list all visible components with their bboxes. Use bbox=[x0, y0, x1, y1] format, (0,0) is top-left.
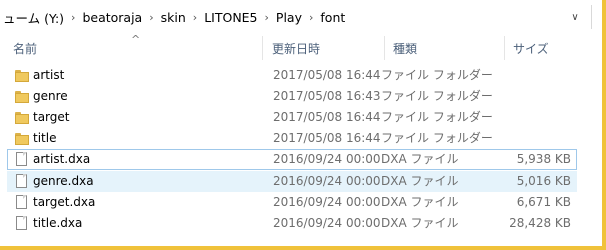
file-date: 2016/09/24 00:00 bbox=[273, 195, 381, 209]
file-name: title.dxa bbox=[33, 216, 83, 230]
file-date: 2017/05/08 16:44 bbox=[273, 131, 381, 145]
file-type: DXA ファイル bbox=[381, 174, 459, 188]
column-header-size[interactable]: サイズ bbox=[505, 34, 585, 62]
file-type: DXA ファイル bbox=[381, 216, 459, 230]
file-date: 2017/05/08 16:43 bbox=[273, 89, 381, 103]
file-name: artist.dxa bbox=[33, 152, 91, 166]
file-size: 5,938 KB bbox=[516, 152, 571, 166]
file-size: 5,016 KB bbox=[516, 174, 571, 188]
file-name: target.dxa bbox=[33, 195, 96, 209]
file-name: artist bbox=[33, 68, 65, 82]
breadcrumb: ューム (Y:) › beatoraja › skin › LITONE5 › … bbox=[0, 0, 560, 34]
file-icon bbox=[15, 216, 29, 231]
column-header-name[interactable]: 名前 ^ bbox=[0, 33, 263, 62]
folder-icon bbox=[15, 110, 29, 125]
file-name: genre bbox=[33, 89, 68, 103]
file-icon bbox=[15, 174, 29, 189]
file-type: ファイル フォルダー bbox=[381, 68, 493, 82]
list-item[interactable]: target.dxa 2016/09/24 00:00 DXA ファイル 6,6… bbox=[7, 192, 577, 213]
file-date: 2017/05/08 16:44 bbox=[273, 68, 381, 82]
list-item[interactable]: genre 2017/05/08 16:43 ファイル フォルダー bbox=[7, 86, 577, 107]
file-date: 2016/09/24 00:00 bbox=[273, 216, 381, 230]
list-item[interactable]: title.dxa 2016/09/24 00:00 DXA ファイル 28,4… bbox=[7, 213, 577, 234]
list-item[interactable]: artist 2017/05/08 16:44 ファイル フォルダー bbox=[7, 65, 577, 86]
breadcrumb-volume[interactable]: ューム (Y:) bbox=[0, 8, 67, 27]
breadcrumb-separator[interactable]: › bbox=[189, 11, 201, 24]
breadcrumb-separator[interactable]: › bbox=[261, 11, 273, 24]
folder-icon bbox=[15, 89, 29, 104]
file-date: 2016/09/24 00:00 bbox=[273, 152, 381, 166]
breadcrumb-play[interactable]: Play bbox=[273, 10, 305, 25]
column-header: 名前 ^ 更新日時 種類 サイズ bbox=[0, 33, 602, 62]
file-name: target bbox=[33, 110, 70, 124]
address-divider bbox=[591, 5, 592, 29]
folder-icon bbox=[15, 68, 29, 83]
file-size: 6,671 KB bbox=[516, 195, 571, 209]
address-dropdown-icon[interactable]: ∨ bbox=[566, 8, 584, 26]
column-name-label: 名前 bbox=[13, 41, 38, 56]
file-type: DXA ファイル bbox=[381, 195, 459, 209]
breadcrumb-litone5[interactable]: LITONE5 bbox=[201, 10, 260, 25]
list-item[interactable]: title 2017/05/08 16:44 ファイル フォルダー bbox=[7, 128, 577, 149]
folder-icon bbox=[15, 131, 29, 146]
file-date: 2016/09/24 00:00 bbox=[273, 174, 381, 188]
column-size-label: サイズ bbox=[513, 41, 549, 56]
list-item[interactable]: target 2017/05/08 16:44 ファイル フォルダー bbox=[7, 107, 577, 128]
file-name: title bbox=[33, 131, 57, 145]
breadcrumb-beatoraja[interactable]: beatoraja bbox=[79, 10, 145, 25]
breadcrumb-separator[interactable]: › bbox=[305, 11, 317, 24]
file-type: ファイル フォルダー bbox=[381, 89, 493, 103]
file-name: genre.dxa bbox=[33, 174, 94, 188]
file-date: 2017/05/08 16:44 bbox=[273, 110, 381, 124]
file-size: 28,428 KB bbox=[509, 216, 571, 230]
explorer-window: ューム (Y:) › beatoraja › skin › LITONE5 › … bbox=[0, 0, 602, 246]
column-type-label: 種類 bbox=[393, 41, 418, 56]
list-item[interactable]: genre.dxa 2016/09/24 00:00 DXA ファイル 5,01… bbox=[7, 171, 577, 192]
file-icon bbox=[15, 195, 29, 210]
file-type: ファイル フォルダー bbox=[381, 131, 493, 145]
list-item[interactable]: artist.dxa 2016/09/24 00:00 DXA ファイル 5,9… bbox=[7, 149, 577, 170]
column-header-type[interactable]: 種類 bbox=[385, 34, 505, 62]
address-bar[interactable]: ューム (Y:) › beatoraja › skin › LITONE5 › … bbox=[0, 0, 602, 35]
file-type: ファイル フォルダー bbox=[381, 110, 493, 124]
column-date-label: 更新日時 bbox=[272, 41, 321, 56]
breadcrumb-separator[interactable]: › bbox=[67, 11, 79, 24]
file-type: DXA ファイル bbox=[381, 152, 459, 166]
breadcrumb-skin[interactable]: skin bbox=[158, 10, 189, 25]
column-header-date[interactable]: 更新日時 bbox=[263, 34, 385, 62]
breadcrumb-font[interactable]: font bbox=[317, 10, 348, 25]
sort-ascending-icon: ^ bbox=[131, 33, 141, 46]
file-icon bbox=[15, 152, 29, 167]
breadcrumb-separator[interactable]: › bbox=[145, 11, 157, 24]
